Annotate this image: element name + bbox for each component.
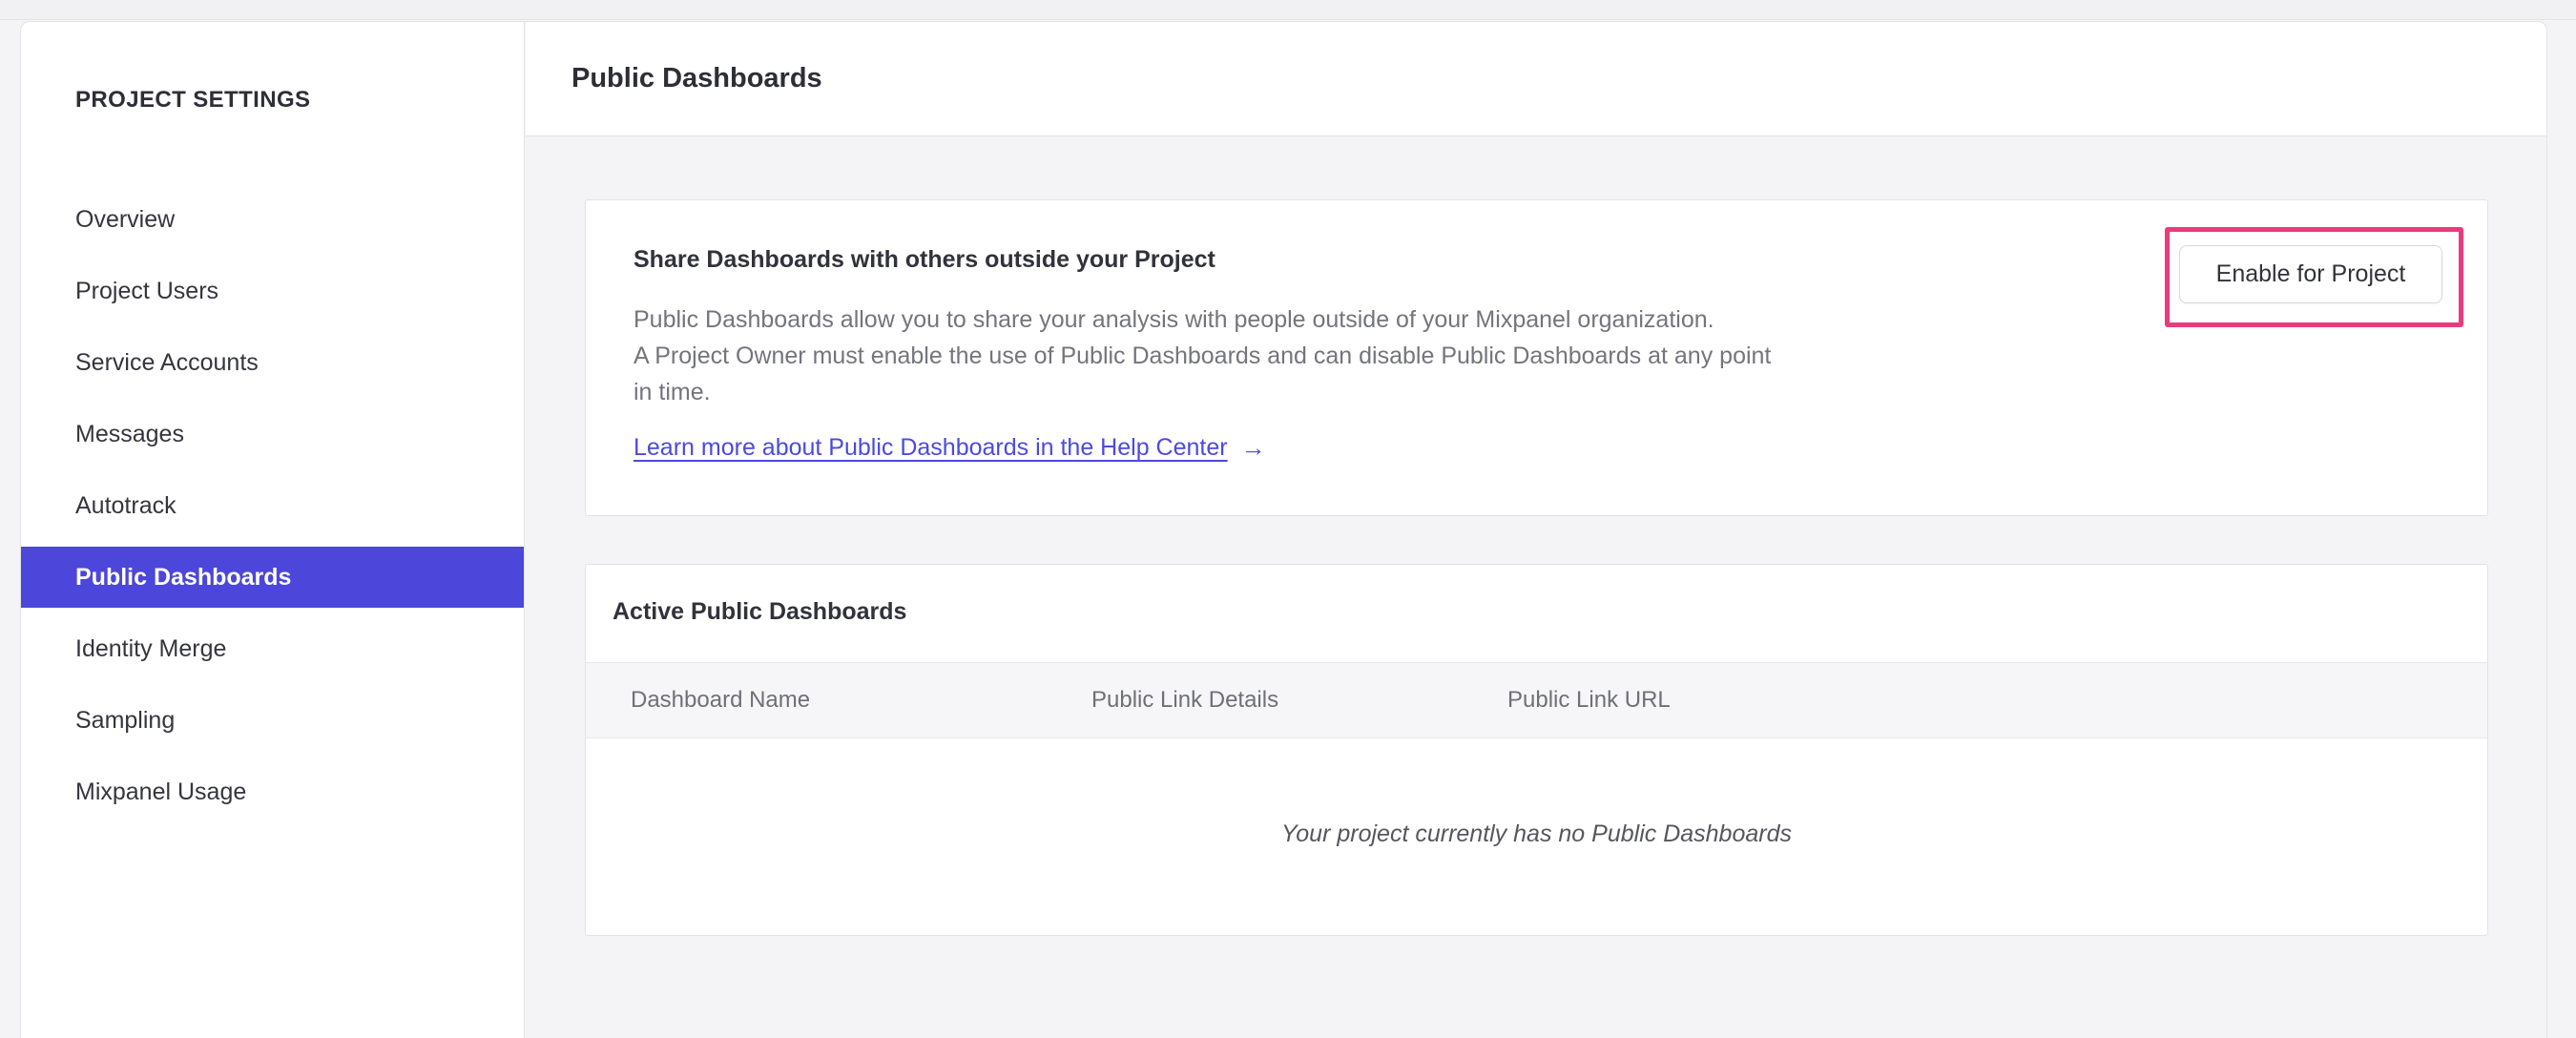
sidebar-item-public-dashboards[interactable]: Public Dashboards [21,547,524,608]
column-header-public-link-url: Public Link URL [1507,687,1671,713]
share-card-description-line: in time. [634,379,711,405]
content-area: Share Dashboards with others outside you… [526,137,2546,1038]
sidebar-item-overview[interactable]: Overview [21,189,524,250]
project-settings-sidebar: PROJECT SETTINGS Overview Project Users … [21,22,525,1038]
share-card-description-line: Public Dashboards allow you to share you… [634,306,1714,333]
sidebar-item-project-users[interactable]: Project Users [21,260,524,322]
project-settings-app: PROJECT SETTINGS Overview Project Users … [20,21,2547,1038]
share-card-description: Public Dashboards allow you to share you… [634,301,1771,410]
enable-for-project-button[interactable]: Enable for Project [2179,245,2442,303]
sidebar-item-messages[interactable]: Messages [21,404,524,465]
share-dashboards-card: Share Dashboards with others outside you… [585,199,2488,516]
share-card-description-line: A Project Owner must enable the use of P… [634,343,1772,369]
page-title: Public Dashboards [571,63,822,93]
active-card-title: Active Public Dashboards [613,598,907,625]
sidebar-nav: Overview Project Users Service Accounts … [21,178,524,833]
sidebar-item-mixpanel-usage[interactable]: Mixpanel Usage [21,761,524,822]
help-center-link-label[interactable]: Learn more about Public Dashboards in th… [634,434,1228,462]
sidebar-item-identity-merge[interactable]: Identity Merge [21,618,524,679]
column-header-dashboard-name: Dashboard Name [631,687,811,713]
window-top-strip [0,0,2576,20]
active-dashboards-card: Active Public Dashboards Dashboard Name … [585,564,2488,936]
share-card-title: Share Dashboards with others outside you… [634,246,1215,273]
sidebar-item-sampling[interactable]: Sampling [21,690,524,751]
help-center-link[interactable]: Learn more about Public Dashboards in th… [634,433,1266,463]
table-header-row: Dashboard Name Public Link Details Publi… [586,662,2487,738]
page-header: Public Dashboards [526,22,2546,136]
arrow-right-icon: → [1240,433,1266,462]
sidebar-title: PROJECT SETTINGS [75,87,311,113]
sidebar-item-service-accounts[interactable]: Service Accounts [21,332,524,393]
empty-state-message: Your project currently has no Public Das… [1280,820,1792,847]
column-header-public-link-details: Public Link Details [1091,687,1279,713]
sidebar-item-autotrack[interactable]: Autotrack [21,475,524,536]
